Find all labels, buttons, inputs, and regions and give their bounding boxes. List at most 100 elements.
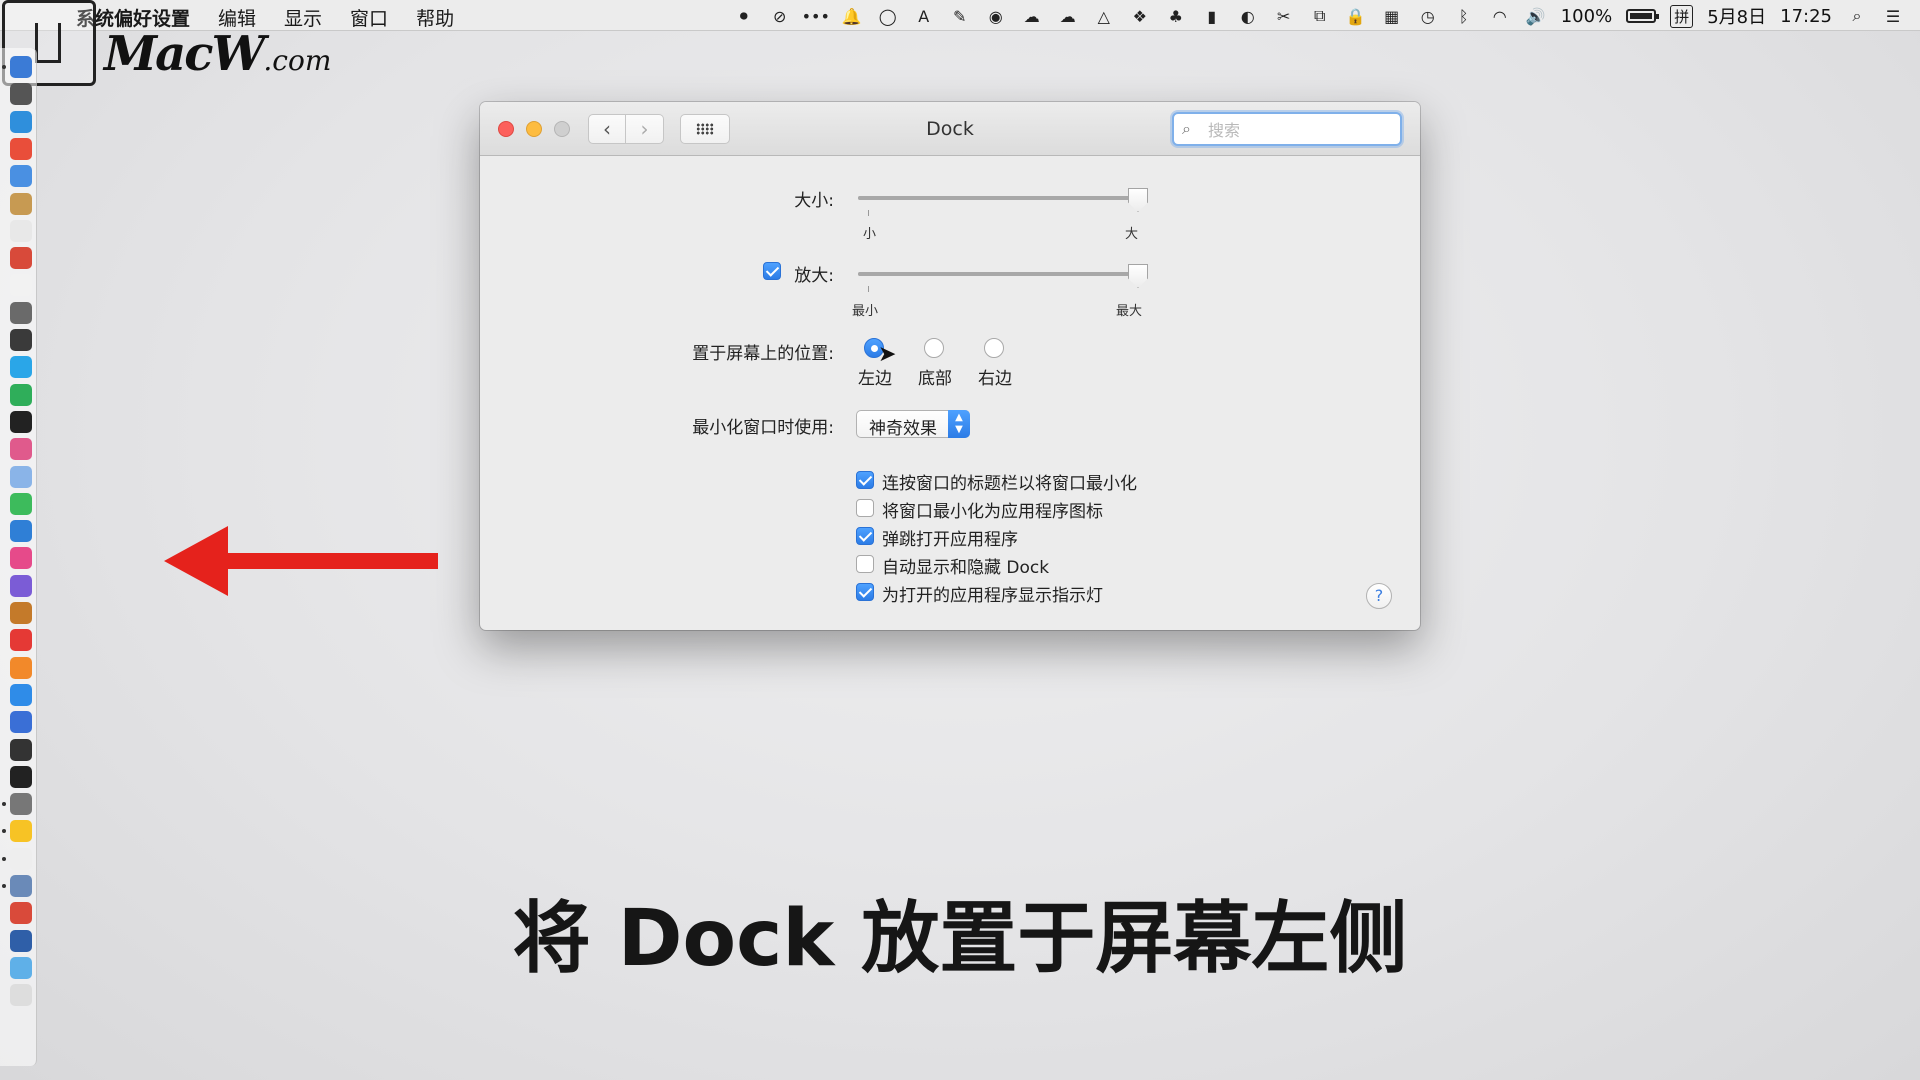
dock-app-icon[interactable] xyxy=(10,165,32,188)
wifi-icon[interactable]: ◠ xyxy=(1489,6,1511,26)
dock-app-icon[interactable] xyxy=(10,547,32,570)
dock-app-icon[interactable] xyxy=(10,820,32,843)
menu-time[interactable]: 17:25 xyxy=(1780,6,1832,27)
position-right-radio[interactable] xyxy=(984,338,1004,358)
position-right-label[interactable]: 右边 xyxy=(978,364,1012,389)
dock-app-icon[interactable] xyxy=(10,410,32,433)
window-icon[interactable]: ⧉ xyxy=(1309,6,1331,26)
dock-app-icon[interactable] xyxy=(10,492,32,515)
clipboard-icon[interactable]: ▮ xyxy=(1201,6,1223,26)
volume-icon[interactable]: 🔊 xyxy=(1525,6,1547,26)
do-not-disturb-icon[interactable]: ⊘ xyxy=(769,6,791,26)
dock-app-icon[interactable] xyxy=(10,656,32,679)
video-caption: 将 Dock 放置于屏幕左侧 xyxy=(512,894,1408,984)
search-field[interactable]: ⌕ xyxy=(1172,112,1402,146)
dock-app-icon[interactable] xyxy=(10,56,32,78)
dock-app-icon[interactable] xyxy=(10,219,32,242)
show-indicators-checkbox[interactable] xyxy=(856,583,874,601)
position-label: 置于屏幕上的位置: xyxy=(692,344,834,364)
magnification-slider-thumb[interactable] xyxy=(1128,264,1148,288)
help-button[interactable]: ? xyxy=(1366,583,1392,609)
show-indicators-label[interactable]: 为打开的应用程序显示指示灯 xyxy=(882,581,1103,606)
eye-icon[interactable]: ◉ xyxy=(985,6,1007,26)
dock-app-icon[interactable] xyxy=(10,110,32,133)
logo-domain: .com xyxy=(263,44,332,77)
dock-app-icon[interactable] xyxy=(10,383,32,406)
dock-app-icon[interactable] xyxy=(10,629,32,652)
size-slider-thumb[interactable] xyxy=(1128,188,1148,212)
circle-icon[interactable]: ◯ xyxy=(877,6,899,26)
search-icon: ⌕ xyxy=(1182,119,1191,138)
dock-app-icon[interactable] xyxy=(10,847,32,870)
notification-center-icon[interactable]: ☰ xyxy=(1882,6,1904,26)
dock-app-icon[interactable] xyxy=(10,438,32,461)
menu-date[interactable]: 5月8日 xyxy=(1707,3,1766,29)
dock-app-icon[interactable] xyxy=(10,465,32,488)
position-bottom-radio[interactable] xyxy=(924,338,944,358)
adobe-icon[interactable]: A xyxy=(913,6,935,26)
toggle-icon[interactable]: ◐ xyxy=(1237,6,1259,26)
animate-opening-checkbox[interactable] xyxy=(856,527,874,545)
dock-app-icon[interactable] xyxy=(10,274,32,297)
scissors-icon[interactable]: ✂ xyxy=(1273,6,1295,26)
drive-icon[interactable]: △ xyxy=(1093,6,1115,26)
memory-icon[interactable]: ▦ xyxy=(1381,6,1403,26)
autohide-dock-checkbox[interactable] xyxy=(856,555,874,573)
battery-percent[interactable]: 100% xyxy=(1561,6,1612,27)
record-icon[interactable]: ⏺ xyxy=(733,6,755,26)
menu-help[interactable]: 帮助 xyxy=(416,4,454,31)
running-indicator xyxy=(2,829,6,834)
dropbox-icon[interactable]: ❖ xyxy=(1129,6,1151,26)
battery-icon[interactable] xyxy=(1626,9,1660,23)
evernote-icon[interactable]: ♣ xyxy=(1165,6,1187,26)
spotlight-search-icon[interactable]: ⌕ xyxy=(1846,6,1868,26)
size-slider[interactable] xyxy=(858,196,1138,200)
dock-app-icon[interactable] xyxy=(10,793,32,816)
lock-icon[interactable]: 🔒 xyxy=(1345,6,1367,26)
dock-app-icon[interactable] xyxy=(10,329,32,351)
dock-app-icon[interactable] xyxy=(10,247,32,270)
dock-app-icon[interactable] xyxy=(10,192,32,215)
tool-icon[interactable]: ✎ xyxy=(949,6,971,26)
minimize-into-icon-checkbox[interactable] xyxy=(856,499,874,517)
minimize-effect-select[interactable]: 神奇效果 ▲ ▼ xyxy=(856,410,970,439)
animate-opening-label[interactable]: 弹跳打开应用程序 xyxy=(882,525,1018,550)
dock-app-icon[interactable] xyxy=(10,738,32,761)
dock-app-icon[interactable] xyxy=(10,765,32,788)
input-method-icon[interactable]: 拼 xyxy=(1670,4,1694,28)
notification-bell-icon[interactable]: 🔔 xyxy=(841,6,863,26)
select-arrows-icon: ▲ ▼ xyxy=(948,410,970,438)
double-click-titlebar-checkbox[interactable] xyxy=(856,471,874,489)
minimize-into-icon-label[interactable]: 将窗口最小化为应用程序图标 xyxy=(882,497,1103,522)
dock-app-icon[interactable] xyxy=(10,83,32,106)
more-icon[interactable]: ••• xyxy=(802,6,830,26)
magnification-checkbox[interactable] xyxy=(763,262,781,280)
size-slider-fill xyxy=(858,196,1138,200)
time-machine-icon[interactable]: ◷ xyxy=(1417,6,1439,26)
dock-app-icon[interactable] xyxy=(10,574,32,597)
dock-app-icon[interactable] xyxy=(10,356,32,379)
dock-app-icon[interactable] xyxy=(10,520,32,543)
mouse-pointer-icon: ➤ xyxy=(878,342,897,367)
dock-app-icon[interactable] xyxy=(10,683,32,706)
dock-app-icon[interactable] xyxy=(10,137,32,160)
cloud-icon[interactable]: ☁ xyxy=(1021,6,1043,26)
menu-window[interactable]: 窗口 xyxy=(350,4,388,31)
double-click-titlebar-label[interactable]: 连按窗口的标题栏以将窗口最小化 xyxy=(882,469,1137,494)
position-bottom-label[interactable]: 底部 xyxy=(918,364,952,389)
logo-figure-icon xyxy=(35,23,61,63)
dock-app-icon[interactable] xyxy=(10,711,32,734)
magnification-tick-min xyxy=(868,286,869,292)
search-input[interactable] xyxy=(1206,117,1390,143)
logo-brand: MacW xyxy=(104,26,265,82)
dock-app-icon[interactable] xyxy=(10,301,32,324)
size-max-label: 大 xyxy=(1125,227,1139,242)
bluetooth-icon[interactable]: ᛒ xyxy=(1453,6,1475,26)
dock-preferences-window: ‹ › Dock ⌕ 大小: 小 大 放大: 最小 最大 置于屏幕上的位置: 左… xyxy=(480,102,1420,630)
title-bar[interactable]: ‹ › Dock ⌕ xyxy=(480,102,1420,156)
dock-app-icon[interactable] xyxy=(10,602,32,624)
magnification-slider[interactable] xyxy=(858,272,1138,276)
cloud-sync-icon[interactable]: ☁ xyxy=(1057,6,1079,26)
position-left-label[interactable]: 左边 xyxy=(858,364,892,389)
autohide-dock-label[interactable]: 自动显示和隐藏 Dock xyxy=(882,553,1049,578)
